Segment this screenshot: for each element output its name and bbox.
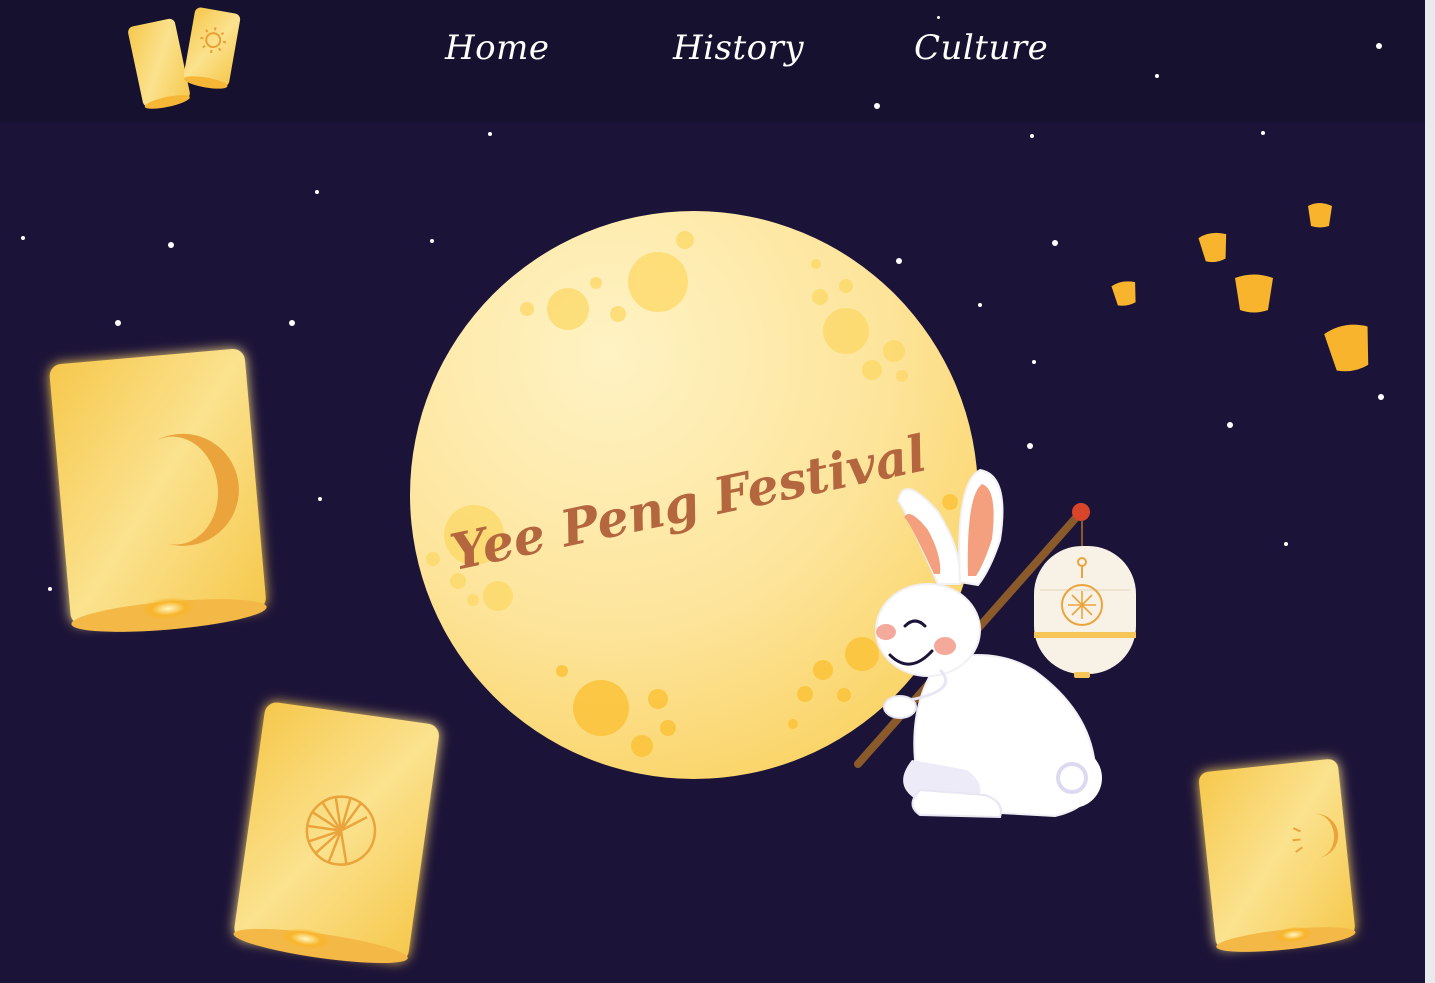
distant-lanterns xyxy=(1111,203,1369,372)
lantern-pair-logo[interactable] xyxy=(127,7,241,112)
hero-scene: Yee Peng Festival xyxy=(49,7,1369,963)
sky-lantern-moon-sun xyxy=(1198,759,1356,952)
paper-lantern xyxy=(1034,546,1136,678)
sky-lantern-sunburst xyxy=(233,702,439,963)
scrollbar[interactable] xyxy=(1425,0,1435,983)
sky-lantern-crescent xyxy=(49,348,267,632)
